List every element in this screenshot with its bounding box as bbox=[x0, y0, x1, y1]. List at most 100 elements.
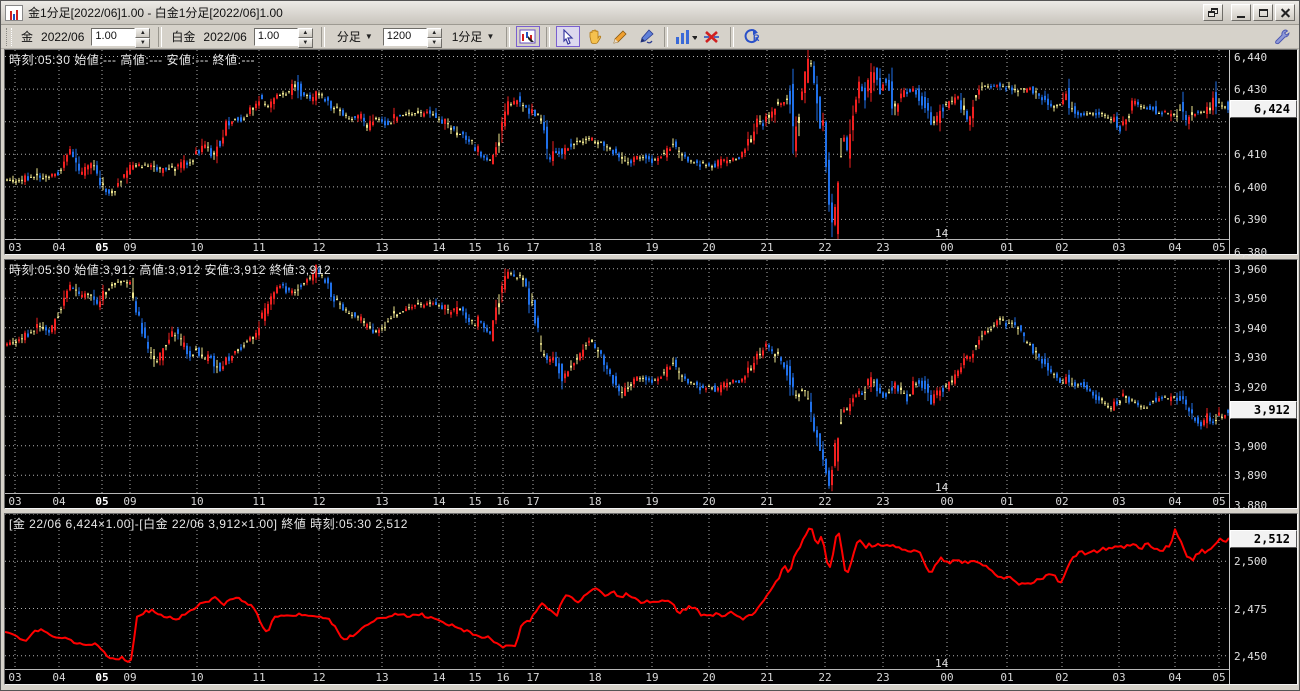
x-tick-label: 14 bbox=[432, 495, 446, 508]
platinum-ratio-input[interactable]: 1.00 bbox=[253, 27, 298, 46]
gold-chart-panel: 14 時刻:05:30 始値:--- 高値:--- 安値:--- 終値:--- … bbox=[4, 49, 1298, 259]
app-icon bbox=[5, 4, 23, 21]
x-tick-label: 17 bbox=[526, 495, 540, 508]
y-tick-label: 6,410 bbox=[1234, 148, 1268, 162]
hand-tool-button[interactable] bbox=[582, 26, 606, 47]
x-tick-label: 00 bbox=[940, 495, 954, 508]
svg-text:14: 14 bbox=[935, 481, 949, 493]
x-tick-label: 23 bbox=[876, 671, 890, 684]
platinum-y-axis[interactable]: 3,912 3,960 3,950 3,940 3,930 3,920 3,900 3,89… bbox=[1229, 260, 1297, 512]
x-tick-label: 22 bbox=[818, 241, 832, 254]
x-tick-label: 18 bbox=[588, 495, 602, 508]
bar-count-down-button[interactable]: ▼ bbox=[426, 37, 442, 48]
x-tick-label: 00 bbox=[940, 241, 954, 254]
x-tick-label: 05 bbox=[1212, 495, 1226, 508]
bar-count-input[interactable]: 1200 bbox=[382, 27, 427, 46]
spread-y-axis[interactable]: 2,512 2,500 2,475 2,450 bbox=[1229, 514, 1297, 684]
chart-type-button[interactable] bbox=[674, 26, 698, 47]
chart-select-tool-button[interactable] bbox=[516, 26, 541, 47]
x-tick-label: 15 bbox=[468, 241, 482, 254]
maximize-button[interactable] bbox=[1253, 4, 1273, 21]
gold-ratio-spinner: 1.00 ▲ ▼ bbox=[91, 27, 151, 48]
y-tick-label: 3,950 bbox=[1234, 292, 1268, 306]
x-tick-label: 05 bbox=[95, 671, 109, 684]
x-tick-label: 13 bbox=[375, 671, 389, 684]
wrench-icon bbox=[1275, 29, 1290, 45]
y-tick-label: 3,940 bbox=[1234, 321, 1268, 335]
x-tick-label: 10 bbox=[190, 241, 204, 254]
x-tick-label: 03 bbox=[1112, 241, 1126, 254]
minimize-button[interactable] bbox=[1231, 4, 1251, 21]
x-tick-label: 02 bbox=[1055, 495, 1069, 508]
x-tick-label: 01 bbox=[1000, 671, 1014, 684]
x-tick-label: 09 bbox=[123, 671, 137, 684]
platinum-chart-canvas[interactable]: 14 bbox=[5, 260, 1229, 493]
chart-area: 14 時刻:05:30 始値:--- 高値:--- 安値:--- 終値:--- … bbox=[4, 49, 1298, 689]
gold-contract-month: 2022/06 bbox=[41, 29, 85, 44]
gold-chart-canvas[interactable]: 14 bbox=[5, 50, 1229, 239]
x-tick-label: 17 bbox=[526, 671, 540, 684]
cursor-icon bbox=[563, 28, 574, 45]
platinum-current-price: 3,912 bbox=[1230, 401, 1297, 420]
x-tick-label: 11 bbox=[252, 671, 266, 684]
y-tick-label: 6,380 bbox=[1234, 246, 1268, 260]
x-tick-label: 20 bbox=[702, 671, 716, 684]
gold-current-price: 6,424 bbox=[1230, 99, 1297, 118]
bar-count-up-button[interactable]: ▲ bbox=[426, 27, 442, 38]
title-bar[interactable]: 金1分足[2022/06]1.00 - 白金1分足[2022/06]1.00 bbox=[1, 1, 1299, 25]
toolbar-separator bbox=[664, 26, 669, 47]
x-tick-label: 12 bbox=[312, 495, 326, 508]
interval-dropdown[interactable]: 1分足 ▼ bbox=[447, 26, 500, 47]
spread-chart-panel: 14 [金 22/06 6,424×1.00]-[白金 22/06 3,912×… bbox=[4, 513, 1298, 685]
x-tick-label: 04 bbox=[52, 495, 66, 508]
x-tick-label: 23 bbox=[876, 495, 890, 508]
delete-drawings-button[interactable] bbox=[700, 26, 724, 47]
gold-chart-header: 時刻:05:30 始値:--- 高値:--- 安値:--- 終値:--- bbox=[9, 53, 255, 67]
spread-current-price: 2,512 bbox=[1230, 529, 1297, 548]
x-tick-label: 12 bbox=[312, 241, 326, 254]
toolbar-separator bbox=[320, 26, 325, 47]
y-tick-label: 2,450 bbox=[1234, 649, 1268, 663]
platinum-x-axis: 03 04 05 09 10 11 12 13 14 15 16 17 18 19 20 21 22 23 00 01… bbox=[5, 493, 1229, 508]
y-tick-label: 3,930 bbox=[1234, 351, 1268, 365]
gold-ratio-down-button[interactable]: ▼ bbox=[135, 37, 151, 48]
spread-chart-canvas[interactable]: 14 bbox=[5, 514, 1229, 669]
platinum-ratio-up-button[interactable]: ▲ bbox=[297, 27, 313, 38]
toolbar-separator bbox=[158, 26, 163, 47]
x-tick-label: 04 bbox=[1168, 241, 1182, 254]
pencil-tool-button[interactable] bbox=[608, 26, 632, 47]
reload-chart-button[interactable]: R bbox=[740, 26, 764, 47]
x-tick-label: 04 bbox=[52, 241, 66, 254]
x-tick-label: 22 bbox=[818, 495, 832, 508]
settings-wrench-button[interactable] bbox=[1270, 26, 1294, 47]
float-window-button[interactable] bbox=[1203, 4, 1223, 21]
x-tick-label: 18 bbox=[588, 241, 602, 254]
x-tick-label: 15 bbox=[468, 671, 482, 684]
x-tick-label: 13 bbox=[375, 495, 389, 508]
y-tick-label: 2,500 bbox=[1234, 555, 1268, 569]
hand-icon bbox=[589, 29, 601, 44]
close-button[interactable] bbox=[1275, 4, 1295, 21]
x-tick-label: 09 bbox=[123, 495, 137, 508]
svg-text:14: 14 bbox=[935, 227, 949, 239]
x-tick-label: 04 bbox=[1168, 671, 1182, 684]
pen-tool-button[interactable] bbox=[634, 26, 658, 47]
x-tick-label: 23 bbox=[876, 241, 890, 254]
bar-count-spinner: 1200 ▲ ▼ bbox=[382, 27, 442, 48]
x-tick-label: 18 bbox=[588, 671, 602, 684]
cursor-tool-button[interactable] bbox=[556, 26, 581, 47]
maximize-icon bbox=[1258, 8, 1268, 17]
app-icon-blue-candle bbox=[13, 13, 15, 20]
gold-ratio-input[interactable]: 1.00 bbox=[91, 27, 136, 46]
platinum-ratio-down-button[interactable]: ▼ bbox=[297, 37, 313, 48]
gold-ratio-up-button[interactable]: ▲ bbox=[135, 27, 151, 38]
x-tick-label: 21 bbox=[760, 241, 774, 254]
period-type-dropdown[interactable]: 分足 ▼ bbox=[332, 26, 378, 47]
toolbar-grip[interactable] bbox=[6, 27, 12, 46]
close-icon bbox=[1281, 8, 1290, 17]
y-tick-label: 2,475 bbox=[1234, 602, 1268, 616]
pencil-icon bbox=[613, 29, 627, 44]
x-tick-label: 04 bbox=[1168, 495, 1182, 508]
gold-y-axis[interactable]: 6,424 6,440 6,430 6,410 6,400 6,390 6,380 bbox=[1229, 50, 1297, 259]
x-tick-label: 11 bbox=[252, 241, 266, 254]
